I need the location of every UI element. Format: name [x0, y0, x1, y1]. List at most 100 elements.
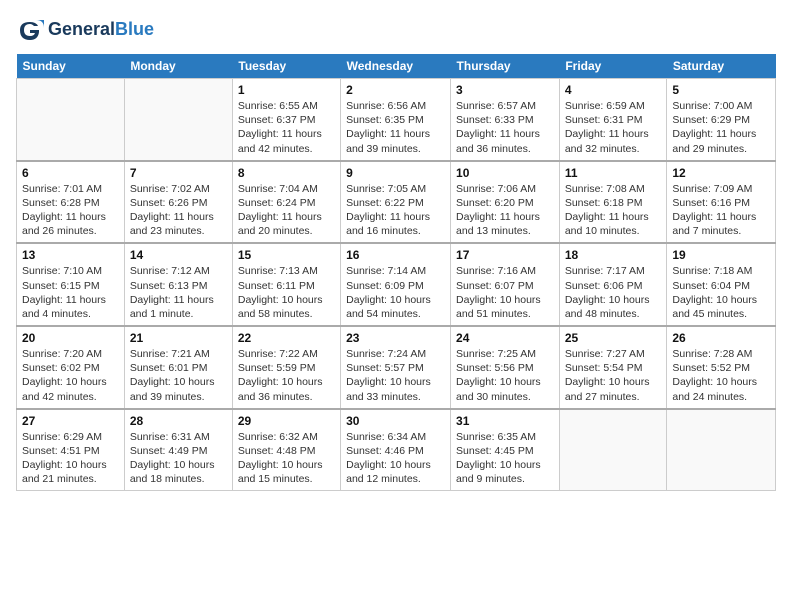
calendar-cell: 5 Sunrise: 7:00 AM Sunset: 6:29 PM Daylig…	[667, 79, 776, 161]
day-number: 25	[565, 331, 662, 345]
day-number: 10	[456, 166, 554, 180]
day-number: 17	[456, 248, 554, 262]
cell-info: Sunrise: 7:22 AM Sunset: 5:59 PM Dayligh…	[238, 347, 335, 404]
calendar-cell: 12 Sunrise: 7:09 AM Sunset: 6:16 PM Dayli…	[667, 161, 776, 244]
calendar-cell: 22 Sunrise: 7:22 AM Sunset: 5:59 PM Dayli…	[232, 326, 340, 409]
calendar-cell	[124, 79, 232, 161]
day-header-thursday: Thursday	[451, 54, 560, 79]
cell-info: Sunrise: 7:00 AM Sunset: 6:29 PM Dayligh…	[672, 99, 770, 156]
calendar-cell: 9 Sunrise: 7:05 AM Sunset: 6:22 PM Daylig…	[341, 161, 451, 244]
day-number: 8	[238, 166, 335, 180]
calendar-cell: 3 Sunrise: 6:57 AM Sunset: 6:33 PM Daylig…	[451, 79, 560, 161]
cell-info: Sunrise: 7:28 AM Sunset: 5:52 PM Dayligh…	[672, 347, 770, 404]
calendar-cell: 31 Sunrise: 6:35 AM Sunset: 4:45 PM Dayli…	[451, 409, 560, 491]
day-number: 16	[346, 248, 445, 262]
day-header-tuesday: Tuesday	[232, 54, 340, 79]
calendar-cell: 16 Sunrise: 7:14 AM Sunset: 6:09 PM Dayli…	[341, 243, 451, 326]
cell-info: Sunrise: 7:06 AM Sunset: 6:20 PM Dayligh…	[456, 182, 554, 239]
cell-info: Sunrise: 7:05 AM Sunset: 6:22 PM Dayligh…	[346, 182, 445, 239]
day-number: 9	[346, 166, 445, 180]
day-number: 24	[456, 331, 554, 345]
calendar-cell: 2 Sunrise: 6:56 AM Sunset: 6:35 PM Daylig…	[341, 79, 451, 161]
cell-info: Sunrise: 7:24 AM Sunset: 5:57 PM Dayligh…	[346, 347, 445, 404]
day-number: 29	[238, 414, 335, 428]
cell-info: Sunrise: 7:21 AM Sunset: 6:01 PM Dayligh…	[130, 347, 227, 404]
cell-info: Sunrise: 7:25 AM Sunset: 5:56 PM Dayligh…	[456, 347, 554, 404]
calendar-cell: 28 Sunrise: 6:31 AM Sunset: 4:49 PM Dayli…	[124, 409, 232, 491]
cell-info: Sunrise: 6:59 AM Sunset: 6:31 PM Dayligh…	[565, 99, 662, 156]
calendar-cell: 15 Sunrise: 7:13 AM Sunset: 6:11 PM Dayli…	[232, 243, 340, 326]
day-number: 31	[456, 414, 554, 428]
calendar-cell: 25 Sunrise: 7:27 AM Sunset: 5:54 PM Dayli…	[559, 326, 667, 409]
calendar-cell: 13Sunrise: 7:10 AM Sunset: 6:15 PM Dayli…	[17, 243, 125, 326]
calendar-cell: 24 Sunrise: 7:25 AM Sunset: 5:56 PM Dayli…	[451, 326, 560, 409]
calendar-cell: 10 Sunrise: 7:06 AM Sunset: 6:20 PM Dayli…	[451, 161, 560, 244]
day-number: 3	[456, 83, 554, 97]
page-header: GeneralBlue	[16, 16, 776, 44]
day-number: 12	[672, 166, 770, 180]
calendar-cell: 27 Sunrise: 6:29 AM Sunset: 4:51 PM Dayli…	[17, 409, 125, 491]
day-header-monday: Monday	[124, 54, 232, 79]
cell-info: Sunrise: 7:01 AM Sunset: 6:28 PM Dayligh…	[22, 182, 119, 239]
day-number: 27	[22, 414, 119, 428]
cell-info: Sunrise: 6:56 AM Sunset: 6:35 PM Dayligh…	[346, 99, 445, 156]
cell-info: Sunrise: 7:08 AM Sunset: 6:18 PM Dayligh…	[565, 182, 662, 239]
calendar-cell: 30 Sunrise: 6:34 AM Sunset: 4:46 PM Dayli…	[341, 409, 451, 491]
day-number: 20	[22, 331, 119, 345]
cell-info: Sunrise: 7:10 AM Sunset: 6:15 PM Dayligh…	[22, 264, 119, 321]
calendar-cell	[17, 79, 125, 161]
calendar-cell: 18 Sunrise: 7:17 AM Sunset: 6:06 PM Dayli…	[559, 243, 667, 326]
calendar-cell: 14Sunrise: 7:12 AM Sunset: 6:13 PM Dayli…	[124, 243, 232, 326]
cell-info: Sunrise: 6:35 AM Sunset: 4:45 PM Dayligh…	[456, 430, 554, 487]
calendar-cell: 19 Sunrise: 7:18 AM Sunset: 6:04 PM Dayli…	[667, 243, 776, 326]
day-number: 1	[238, 83, 335, 97]
cell-info: Sunrise: 6:57 AM Sunset: 6:33 PM Dayligh…	[456, 99, 554, 156]
cell-info: Sunrise: 7:14 AM Sunset: 6:09 PM Dayligh…	[346, 264, 445, 321]
cell-info: Sunrise: 6:34 AM Sunset: 4:46 PM Dayligh…	[346, 430, 445, 487]
day-number: 19	[672, 248, 770, 262]
calendar-table: SundayMondayTuesdayWednesdayThursdayFrid…	[16, 54, 776, 491]
calendar-cell: 8Sunrise: 7:04 AM Sunset: 6:24 PM Daylig…	[232, 161, 340, 244]
day-number: 30	[346, 414, 445, 428]
cell-info: Sunrise: 6:32 AM Sunset: 4:48 PM Dayligh…	[238, 430, 335, 487]
day-number: 4	[565, 83, 662, 97]
day-number: 22	[238, 331, 335, 345]
cell-info: Sunrise: 7:27 AM Sunset: 5:54 PM Dayligh…	[565, 347, 662, 404]
day-header-sunday: Sunday	[17, 54, 125, 79]
day-number: 28	[130, 414, 227, 428]
cell-info: Sunrise: 6:55 AM Sunset: 6:37 PM Dayligh…	[238, 99, 335, 156]
day-number: 18	[565, 248, 662, 262]
calendar-cell: 6 Sunrise: 7:01 AM Sunset: 6:28 PM Daylig…	[17, 161, 125, 244]
day-number: 6	[22, 166, 119, 180]
cell-info: Sunrise: 7:09 AM Sunset: 6:16 PM Dayligh…	[672, 182, 770, 239]
logo: GeneralBlue	[16, 16, 154, 44]
calendar-cell: 17 Sunrise: 7:16 AM Sunset: 6:07 PM Dayli…	[451, 243, 560, 326]
day-number: 15	[238, 248, 335, 262]
cell-info: Sunrise: 6:31 AM Sunset: 4:49 PM Dayligh…	[130, 430, 227, 487]
calendar-cell: 7 Sunrise: 7:02 AM Sunset: 6:26 PM Daylig…	[124, 161, 232, 244]
day-number: 21	[130, 331, 227, 345]
day-number: 7	[130, 166, 227, 180]
cell-info: Sunrise: 7:16 AM Sunset: 6:07 PM Dayligh…	[456, 264, 554, 321]
day-number: 26	[672, 331, 770, 345]
calendar-cell: 29 Sunrise: 6:32 AM Sunset: 4:48 PM Dayli…	[232, 409, 340, 491]
day-number: 23	[346, 331, 445, 345]
logo-icon	[16, 16, 44, 44]
day-header-saturday: Saturday	[667, 54, 776, 79]
calendar-cell: 20Sunrise: 7:20 AM Sunset: 6:02 PM Dayli…	[17, 326, 125, 409]
calendar-cell: 11Sunrise: 7:08 AM Sunset: 6:18 PM Dayli…	[559, 161, 667, 244]
calendar-cell	[559, 409, 667, 491]
calendar-cell: 4 Sunrise: 6:59 AM Sunset: 6:31 PM Daylig…	[559, 79, 667, 161]
cell-info: Sunrise: 7:17 AM Sunset: 6:06 PM Dayligh…	[565, 264, 662, 321]
calendar-cell	[667, 409, 776, 491]
day-number: 14	[130, 248, 227, 262]
cell-info: Sunrise: 7:13 AM Sunset: 6:11 PM Dayligh…	[238, 264, 335, 321]
cell-info: Sunrise: 7:02 AM Sunset: 6:26 PM Dayligh…	[130, 182, 227, 239]
day-number: 5	[672, 83, 770, 97]
cell-info: Sunrise: 6:29 AM Sunset: 4:51 PM Dayligh…	[22, 430, 119, 487]
calendar-cell: 23 Sunrise: 7:24 AM Sunset: 5:57 PM Dayli…	[341, 326, 451, 409]
day-number: 2	[346, 83, 445, 97]
calendar-cell: 1 Sunrise: 6:55 AM Sunset: 6:37 PM Daylig…	[232, 79, 340, 161]
day-header-friday: Friday	[559, 54, 667, 79]
cell-info: Sunrise: 7:18 AM Sunset: 6:04 PM Dayligh…	[672, 264, 770, 321]
